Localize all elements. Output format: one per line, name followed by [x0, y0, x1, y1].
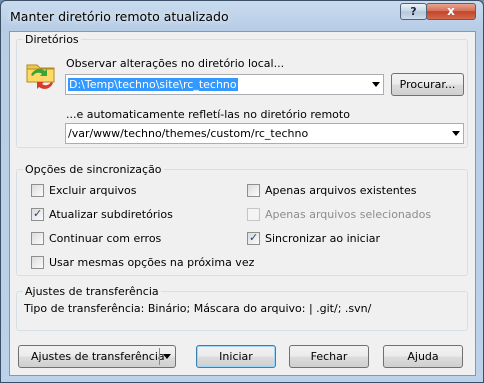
remote-directory-combo[interactable]: /var/www/techno/themes/custom/rc_techno [65, 123, 464, 144]
browse-button[interactable]: Procurar... [391, 73, 464, 96]
sync-options-legend: Opções de sincronização [23, 163, 164, 176]
selected-files-only-label: Apenas arquivos selecionados [265, 208, 432, 221]
transfer-settings-legend: Ajustes de transferência [23, 285, 161, 298]
title-bar[interactable]: Manter diretório remoto atualizado ? x [1, 1, 483, 31]
transfer-settings-group: Ajustes de transferência Tipo de transfe… [16, 285, 468, 331]
sync-folders-icon [25, 57, 61, 93]
transfer-settings-button-label: Ajustes de transferência [31, 350, 165, 363]
title-help-button[interactable]: ? [400, 3, 427, 20]
chevron-down-icon[interactable] [452, 131, 460, 136]
remote-directory-value: /var/www/techno/themes/custom/rc_techno [68, 127, 309, 140]
chevron-down-icon[interactable] [163, 354, 171, 359]
delete-files-label: Excluir arquivos [49, 184, 137, 197]
update-subdirectories-label: Atualizar subdiretórios [49, 208, 173, 221]
dialog-client-area: Diretórios Observar alterações no diretó… [9, 31, 476, 376]
directories-legend: Diretórios [23, 33, 81, 46]
sync-options-group: Opções de sincronização Excluir arquivos… [16, 163, 468, 276]
help-button[interactable]: Ajuda [383, 345, 463, 368]
directories-group: Diretórios Observar alterações no diretó… [16, 33, 468, 148]
check-mark-icon: ✓ [33, 207, 43, 220]
remote-directory-label: ...e automaticamente refletí-las no dire… [66, 108, 350, 121]
title-close-button[interactable]: x [426, 3, 476, 20]
local-directory-label: Observar alterações no diretório local..… [66, 57, 285, 70]
chevron-down-icon[interactable] [372, 82, 380, 87]
transfer-settings-summary: Tipo de transferência: Binário; Máscara … [24, 302, 372, 315]
local-directory-combo[interactable]: D:\Temp\techno\site\rc_techno [65, 74, 384, 95]
dialog-window: Manter diretório remoto atualizado ? x D… [0, 0, 484, 383]
check-mark-icon: ✓ [249, 231, 259, 244]
window-title: Manter diretório remoto atualizado [10, 9, 229, 24]
transfer-settings-split-button[interactable]: Ajustes de transferência [18, 345, 176, 368]
continue-on-error-label: Continuar com erros [49, 232, 162, 245]
local-directory-value: D:\Temp\techno\site\rc_techno [68, 78, 238, 91]
close-button[interactable]: Fechar [289, 345, 369, 368]
use-same-options-label: Usar mesmas opções na próxima vez [49, 256, 255, 269]
existing-files-only-label: Apenas arquivos existentes [265, 184, 417, 197]
start-button[interactable]: Iniciar [196, 345, 276, 368]
sync-on-start-label: Sincronizar ao iniciar [265, 232, 381, 245]
